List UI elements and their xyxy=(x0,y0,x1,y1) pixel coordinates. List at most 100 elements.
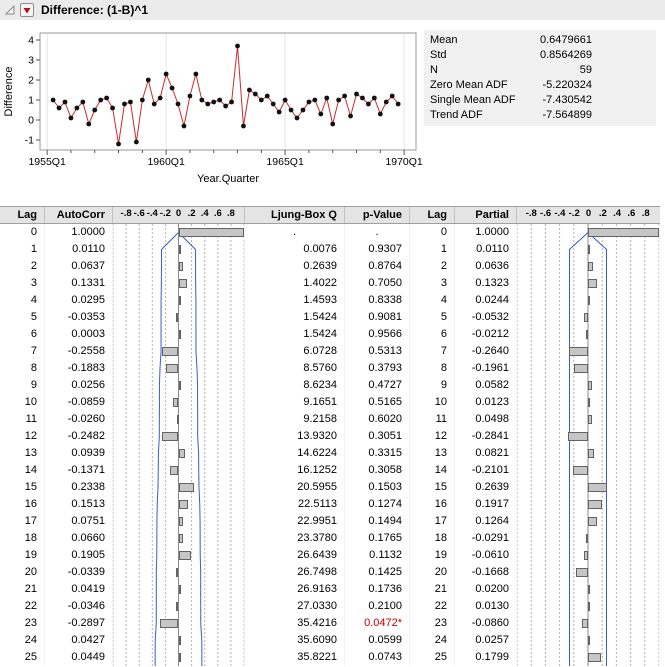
table-cell: 0.0427 xyxy=(45,632,112,649)
autocorr-bar xyxy=(179,296,181,305)
table-cell: 22.9951 xyxy=(245,513,344,530)
autocorr-bar xyxy=(176,602,178,611)
table-cell: 27.0330 xyxy=(245,598,344,615)
table-cell: 0 xyxy=(0,224,44,241)
autocorr-bar xyxy=(170,466,179,475)
table-cell: -0.2482 xyxy=(45,428,112,445)
table-cell: 0.0130 xyxy=(455,598,516,615)
table-cell: 18 xyxy=(410,530,454,547)
table-cell: 35.4216 xyxy=(245,615,344,632)
table-cell: 0.0599 xyxy=(345,632,409,649)
table-cell: 17 xyxy=(0,513,44,530)
table-cell: 16.1252 xyxy=(245,462,344,479)
scale-tick-label: -.8 xyxy=(121,206,132,222)
autocorr-bar xyxy=(179,330,181,339)
difference-plot: -1012341955Q11960Q11965Q11970Q1Year.Quar… xyxy=(0,22,424,192)
table-cell: 0.2100 xyxy=(345,598,409,615)
partial-bar xyxy=(574,364,588,373)
autocorr-bar xyxy=(160,619,179,628)
autocorr-bar xyxy=(179,483,194,492)
table-cell: 1.0000 xyxy=(45,224,112,241)
table-cell: 0.3793 xyxy=(345,360,409,377)
table-cell: 0.1736 xyxy=(345,581,409,598)
table-cell: 0.1323 xyxy=(455,275,516,292)
acf-table-body: 0123456789101112131415161718192021222324… xyxy=(0,224,660,666)
table-cell: -0.0610 xyxy=(455,547,516,564)
scale-tick-label: -.6 xyxy=(540,206,551,222)
stat-row: Mean0.6479661 xyxy=(430,33,650,48)
table-cell: 8.5760 xyxy=(245,360,344,377)
autocorr-bar xyxy=(166,364,178,373)
table-cell: 13 xyxy=(410,445,454,462)
scale-tick-label: .6 xyxy=(214,206,222,222)
table-cell: 0.2338 xyxy=(45,479,112,496)
autocorr-bar xyxy=(179,534,183,543)
autocorr-bar xyxy=(179,228,245,237)
partial-bar xyxy=(588,517,597,526)
stat-label: Zero Mean ADF xyxy=(430,78,530,93)
table-cell: 0.0123 xyxy=(455,394,516,411)
table-cell: 24 xyxy=(410,632,454,649)
partial-bar xyxy=(588,653,601,662)
table-cell: 7 xyxy=(410,343,454,360)
stat-value: 59 xyxy=(530,63,592,78)
partial-bar xyxy=(582,619,588,628)
table-cell: 0.1503 xyxy=(345,479,409,496)
stat-label: Single Mean ADF xyxy=(430,93,530,108)
table-cell: 0.1132 xyxy=(345,547,409,564)
table-cell: 1.4022 xyxy=(245,275,344,292)
table-cell: 0.9307 xyxy=(345,241,409,258)
table-cell: 26.7498 xyxy=(245,564,344,581)
svg-text:3: 3 xyxy=(28,55,34,67)
scale-tick-label: -.4 xyxy=(554,206,565,222)
table-cell: 0.1264 xyxy=(455,513,516,530)
table-cell: 0 xyxy=(410,224,454,241)
top-section: -1012341955Q11960Q11965Q11970Q1Year.Quar… xyxy=(0,22,665,192)
table-cell: 0.0637 xyxy=(45,258,112,275)
table-cell: 6 xyxy=(0,326,44,343)
header-autocorr: AutoCorr xyxy=(45,207,113,223)
table-cell: 9 xyxy=(0,377,44,394)
table-cell: 14 xyxy=(410,462,454,479)
table-cell: -0.2841 xyxy=(455,428,516,445)
partial-bar xyxy=(584,551,588,560)
table-cell: 23 xyxy=(0,615,44,632)
table-cell: 22 xyxy=(410,598,454,615)
table-cell: 0.0244 xyxy=(455,292,516,309)
scale-tick-label: -.2 xyxy=(569,206,580,222)
partial-bar xyxy=(586,330,588,339)
table-cell: 16 xyxy=(410,496,454,513)
table-cell: 0.4727 xyxy=(345,377,409,394)
autocorr-bar xyxy=(176,568,178,577)
table-cell: 0.0419 xyxy=(45,581,112,598)
table-cell: 0.0472* xyxy=(345,615,409,632)
table-cell: 18 xyxy=(0,530,44,547)
table-cell: -0.0260 xyxy=(45,411,112,428)
table-cell: -0.0859 xyxy=(45,394,112,411)
table-cell: 9.1651 xyxy=(245,394,344,411)
table-cell: . xyxy=(345,224,409,241)
bar-chart-grid xyxy=(113,224,244,666)
table-cell: 14.6224 xyxy=(245,445,344,462)
table-cell: 9 xyxy=(410,377,454,394)
partial-bar-chart xyxy=(517,224,660,666)
scale-tick-label: .2 xyxy=(188,206,196,222)
table-cell: -0.2558 xyxy=(45,343,112,360)
partial-bar xyxy=(588,415,592,424)
col-lag2: 0123456789101112131415161718192021222324… xyxy=(410,224,455,666)
table-cell: 25 xyxy=(410,649,454,666)
table-cell: 0.3058 xyxy=(345,462,409,479)
autocorr-bar xyxy=(177,415,179,424)
red-triangle-menu-button[interactable] xyxy=(20,3,34,17)
autocorr-bar xyxy=(179,585,182,594)
disclosure-triangle-icon[interactable] xyxy=(4,4,16,16)
table-cell: 0.1765 xyxy=(345,530,409,547)
col-p-value: .0.93070.87640.70500.83380.90810.95660.5… xyxy=(345,224,410,666)
scale-tick-label: -.2 xyxy=(160,206,171,222)
autocorr-bar xyxy=(179,381,181,390)
header-lag: Lag xyxy=(0,207,45,223)
table-cell: 12 xyxy=(410,428,454,445)
table-cell: 4 xyxy=(0,292,44,309)
stat-value: -5.220324 xyxy=(530,78,592,93)
red-triangle-icon xyxy=(21,4,33,16)
